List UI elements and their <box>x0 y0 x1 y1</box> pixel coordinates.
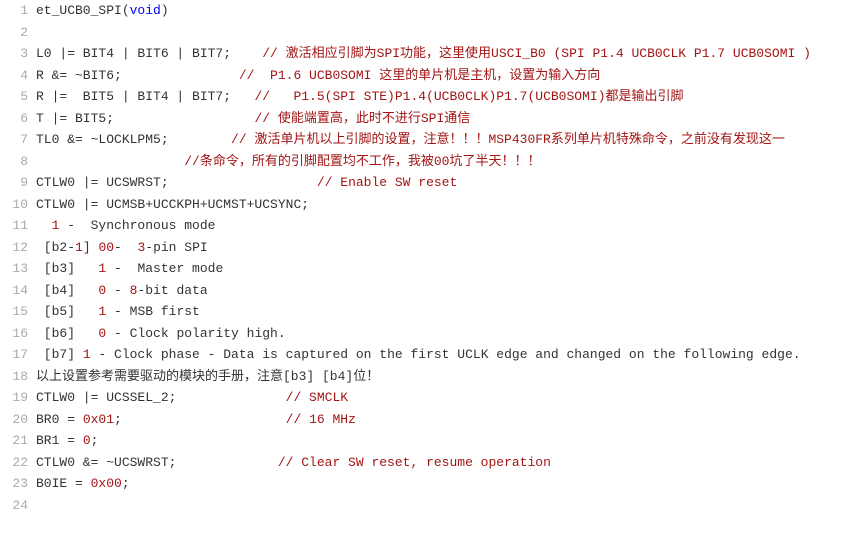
line-number: 13 <box>0 258 28 280</box>
line-number: 23 <box>0 473 28 495</box>
line-number: 17 <box>0 344 28 366</box>
line-number: 14 <box>0 280 28 302</box>
code-line: //条命令，所有的引脚配置均不工作，我被00坑了半天！！！ <box>36 151 866 173</box>
line-number: 3 <box>0 43 28 65</box>
line-number: 24 <box>0 495 28 517</box>
line-number: 15 <box>0 301 28 323</box>
code-editor: 123456789101112131415161718192021222324 … <box>0 0 866 516</box>
code-line: CTLW0 |= UCSSEL_2; // SMCLK <box>36 387 866 409</box>
line-number: 12 <box>0 237 28 259</box>
line-number: 10 <box>0 194 28 216</box>
line-number: 20 <box>0 409 28 431</box>
line-number: 18 <box>0 366 28 388</box>
line-number: 6 <box>0 108 28 130</box>
line-number: 19 <box>0 387 28 409</box>
line-number: 22 <box>0 452 28 474</box>
code-line: 1 - Synchronous mode <box>36 215 866 237</box>
code-line: TL0 &= ~LOCKLPM5; // 激活单片机以上引脚的设置，注意！！！M… <box>36 129 866 151</box>
code-line: CTLW0 |= UCMSB+UCCKPH+UCMST+UCSYNC; <box>36 194 866 216</box>
code-line: 以上设置参考需要驱动的模块的手册，注意[b3] [b4]位！ <box>36 366 866 388</box>
code-line: [b3] 1 - Master mode <box>36 258 866 280</box>
code-line: [b4] 0 - 8-bit data <box>36 280 866 302</box>
line-number: 5 <box>0 86 28 108</box>
code-line <box>36 495 866 517</box>
code-line: [b6] 0 - Clock polarity high. <box>36 323 866 345</box>
code-line: B0IE = 0x00; <box>36 473 866 495</box>
line-number: 9 <box>0 172 28 194</box>
code-line: BR1 = 0; <box>36 430 866 452</box>
line-number: 21 <box>0 430 28 452</box>
line-number: 1 <box>0 0 28 22</box>
code-line: T |= BIT5; // 使能端置高，此时不进行SPI通信 <box>36 108 866 130</box>
code-line: L0 |= BIT4 | BIT6 | BIT7; // 激活相应引脚为SPI功… <box>36 43 866 65</box>
code-line: et_UCB0_SPI(void) <box>36 0 866 22</box>
code-line <box>36 22 866 44</box>
line-number: 16 <box>0 323 28 345</box>
code-line: [b2-1] 00- 3-pin SPI <box>36 237 866 259</box>
line-number: 2 <box>0 22 28 44</box>
line-number-gutter: 123456789101112131415161718192021222324 <box>0 0 36 516</box>
line-number: 11 <box>0 215 28 237</box>
code-line: BR0 = 0x01; // 16 MHz <box>36 409 866 431</box>
code-line: CTLW0 |= UCSWRST; // Enable SW reset <box>36 172 866 194</box>
code-line: R &= ~BIT6; // P1.6 UCB0SOMI 这里的单片机是主机，设… <box>36 65 866 87</box>
code-line: R |= BIT5 | BIT4 | BIT7; // P1.5(SPI STE… <box>36 86 866 108</box>
code-line: [b5] 1 - MSB first <box>36 301 866 323</box>
line-number: 4 <box>0 65 28 87</box>
code-line: CTLW0 &= ~UCSWRST; // Clear SW reset, re… <box>36 452 866 474</box>
code-line: [b7] 1 - Clock phase - Data is captured … <box>36 344 866 366</box>
code-body: et_UCB0_SPI(void) L0 |= BIT4 | BIT6 | BIT… <box>36 0 866 516</box>
line-number: 8 <box>0 151 28 173</box>
line-number: 7 <box>0 129 28 151</box>
